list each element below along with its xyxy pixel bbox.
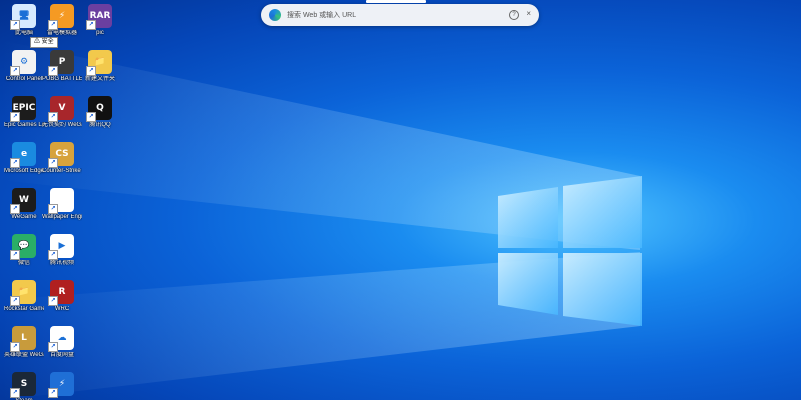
shortcut-label: Microsoft Edge — [4, 168, 44, 174]
shortcut-icon: L ↗ — [10, 326, 36, 352]
search-placeholder[interactable]: 搜索 Web 或输入 URL — [287, 10, 356, 20]
desktop-shortcut[interactable]: ⚡ ↗ — [42, 372, 82, 400]
shortcut-arrow-icon: ↗ — [10, 204, 20, 214]
shortcut-label: 雷电模拟器 — [46, 30, 77, 36]
windows-logo-pane — [498, 187, 558, 248]
shortcut-icon: CS ↗ — [48, 142, 74, 168]
desktop-shortcut[interactable]: CS↗Counter-Strike Global Offensive — [42, 142, 82, 188]
shortcut-label: Rockstar Games Launcher — [4, 306, 44, 312]
windows-wallpaper — [0, 40, 642, 400]
shortcut-label: 新建文件夹 — [84, 76, 115, 82]
windows-logo-pane — [563, 176, 642, 248]
shortcut-arrow-icon: ↗ — [10, 342, 20, 352]
shortcut-icon: 💬 ↗ — [10, 234, 36, 260]
desktop-shortcut[interactable]: W ↗ WeGame — [4, 188, 44, 234]
shortcut-label: 腾讯视频 — [49, 260, 74, 266]
shortcut-icon: ⚡ ↗ — [48, 372, 74, 398]
help-icon[interactable]: ? — [509, 10, 519, 20]
desktop-shortcut[interactable]: L↗英雄联盟 WeGame版 — [4, 326, 44, 372]
shortcut-label: 百度网盘 — [49, 352, 74, 358]
shortcut-icon: 📁 ↗ — [10, 280, 36, 306]
shortcut-arrow-icon: ↗ — [48, 20, 58, 30]
shortcut-icon: V ↗ — [48, 96, 74, 122]
desktop-shortcut[interactable]: e ↗ Microsoft Edge — [4, 142, 44, 188]
shortcut-icon: P ↗ — [48, 50, 74, 76]
desktop-shortcut[interactable]: ⚙ ↗ Control Panel — [4, 50, 44, 96]
desktop-shortcut[interactable]: V↗无畏契约 WeGame版 — [42, 96, 82, 142]
search-bar-handle — [366, 0, 426, 3]
shortcut-label: Control Panel — [5, 76, 43, 82]
desktop-background[interactable]: 🖥 ↗ 此电脑 ⚡ ↗ 雷电模拟器 RAR ↗ pic ⚙ ↗ Control Panel P ↗ PUBG… — [0, 0, 801, 400]
shortcut-icon: RAR ↗ — [86, 4, 112, 30]
shortcut-label: 腾讯QQ — [89, 122, 111, 128]
edge-icon — [269, 9, 281, 21]
shortcut-label: 无畏契约 WeGame版 — [42, 122, 82, 128]
desktop-shortcut[interactable]: S↗Steam — [4, 372, 44, 400]
close-icon[interactable]: × — [526, 9, 531, 18]
shortcut-icon: R ↗ — [48, 280, 74, 306]
shortcut-icon: ▶ ↗ — [48, 234, 74, 260]
shortcut-icon: ⚙ ↗ — [10, 50, 36, 76]
shortcut-arrow-icon: ↗ — [48, 296, 58, 306]
shortcut-icon: EPIC ↗ — [10, 96, 36, 122]
shortcut-arrow-icon: ↗ — [48, 342, 58, 352]
shortcut-arrow-icon: ↗ — [48, 66, 58, 76]
shortcut-arrow-icon: ↗ — [48, 388, 58, 398]
shortcut-label: WRC — [54, 306, 70, 312]
shortcut-arrow-icon: ↗ — [10, 158, 20, 168]
shortcut-label: Counter-Strike Global Offensive — [42, 168, 82, 174]
shortcut-label: pic — [96, 30, 104, 36]
shortcut-icon: S ↗ — [10, 372, 36, 398]
shortcut-label: 英雄联盟 WeGame版 — [4, 352, 44, 358]
desktop-shortcut[interactable]: ☁ ↗ 百度网盘 — [42, 326, 82, 372]
desktop-shortcut[interactable]: RAR ↗ pic — [80, 4, 120, 50]
windows-logo-pane — [563, 253, 642, 326]
shortcut-arrow-icon: ↗ — [86, 66, 96, 76]
shortcut-arrow-icon: ↗ — [86, 20, 96, 30]
shortcut-icon: Q ↗ — [86, 96, 112, 122]
shortcut-icon: e ↗ — [10, 142, 36, 168]
shortcut-arrow-icon: ↗ — [86, 112, 96, 122]
shortcut-icon: ↗ — [48, 188, 74, 214]
windows-logo-pane — [498, 253, 558, 315]
desktop-shortcut[interactable]: 📁↗Rockstar Games Launcher — [4, 280, 44, 326]
shortcut-icon: W ↗ — [10, 188, 36, 214]
desktop-shortcut[interactable]: ↗Wallpaper Engine — [42, 188, 82, 234]
shortcut-arrow-icon: ↗ — [10, 66, 20, 76]
shortcut-label: WeGame — [11, 214, 37, 220]
shortcut-icon: ☁ ↗ — [48, 326, 74, 352]
shortcut-label: 此电脑 — [14, 30, 33, 36]
desktop-shortcut[interactable]: Q ↗ 腾讯QQ — [80, 96, 120, 142]
desktop-shortcut[interactable]: ▶ ↗ 腾讯视频 — [42, 234, 82, 280]
shortcut-arrow-icon: ↗ — [10, 112, 20, 122]
security-tooltip: ⚠ 安全 — [30, 37, 58, 48]
browser-search-bar[interactable]: 搜索 Web 或输入 URL ? × — [261, 0, 539, 26]
shortcut-label: PUBG BATTLEGROUNDS — [42, 76, 82, 82]
shortcut-arrow-icon: ↗ — [10, 388, 20, 398]
desktop-shortcut[interactable]: 💬 ↗ 微信 — [4, 234, 44, 280]
desktop-shortcut[interactable]: EPIC↗Epic Games Launcher — [4, 96, 44, 142]
shortcut-arrow-icon: ↗ — [10, 250, 20, 260]
desktop-shortcut[interactable]: 📁 ↗ 新建文件夹 — [80, 50, 120, 96]
desktop-shortcut[interactable]: P↗PUBG BATTLEGROUNDS — [42, 50, 82, 96]
shortcut-icon: 📁 ↗ — [86, 50, 112, 76]
shortcut-arrow-icon: ↗ — [48, 250, 58, 260]
shortcut-arrow-icon: ↗ — [10, 20, 20, 30]
shortcut-arrow-icon: ↗ — [48, 112, 58, 122]
shortcut-label: 微信 — [17, 260, 30, 266]
shortcut-arrow-icon: ↗ — [48, 158, 58, 168]
desktop-shortcut[interactable]: R ↗ WRC — [42, 280, 82, 326]
shortcut-label: Epic Games Launcher — [4, 122, 44, 128]
shortcut-icon: ⚡ ↗ — [48, 4, 74, 30]
shortcut-icon: 🖥 ↗ — [10, 4, 36, 30]
shortcut-arrow-icon: ↗ — [10, 296, 20, 306]
shortcut-label: Wallpaper Engine — [42, 214, 82, 220]
shortcut-arrow-icon: ↗ — [48, 204, 58, 214]
